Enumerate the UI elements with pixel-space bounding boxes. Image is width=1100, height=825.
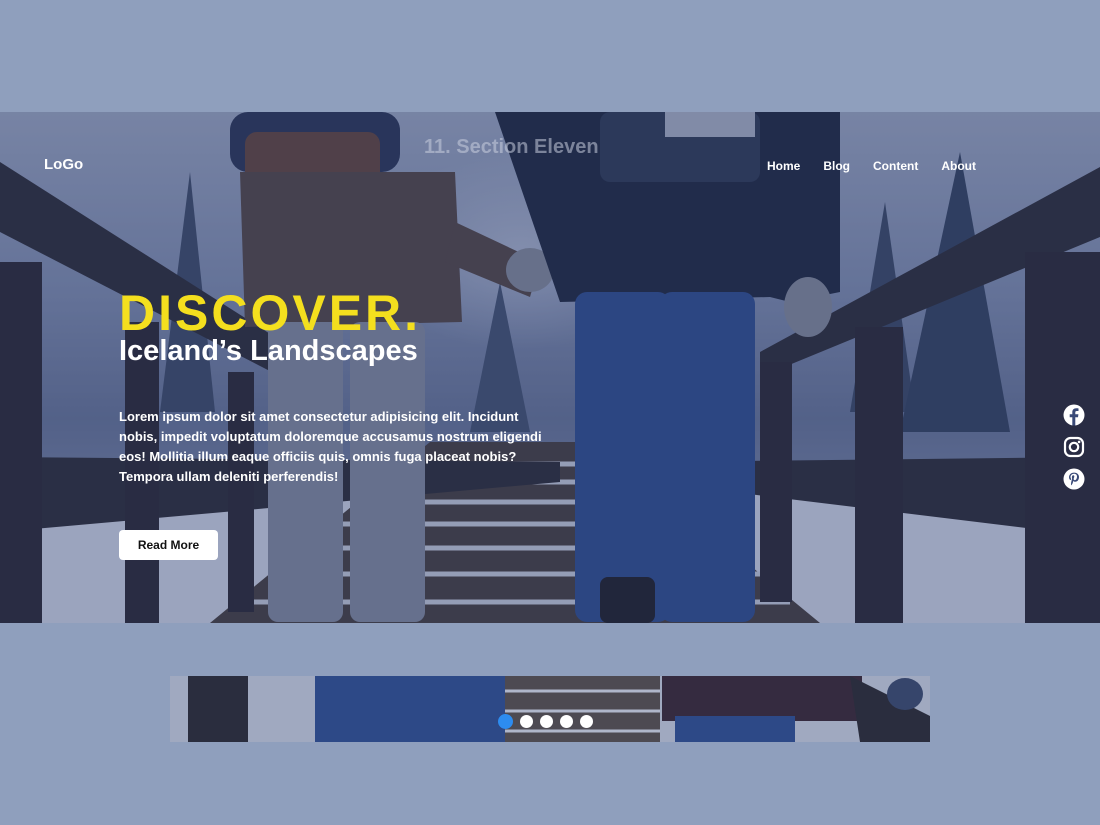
slider-dots (498, 714, 593, 729)
nav-item-about[interactable]: About (941, 159, 976, 173)
nav-item-home[interactable]: Home (767, 159, 800, 173)
hero-headline: DISCOVER. (119, 285, 422, 341)
hero-subheadline: Iceland’s Landscapes (119, 335, 418, 367)
hero-section: LoGo 11. Section Eleven Home Blog Conten… (0, 112, 1100, 623)
section-title: 11. Section Eleven (424, 136, 599, 158)
read-more-button[interactable]: Read More (119, 530, 218, 560)
slider-dot-4[interactable] (560, 715, 573, 728)
thumbnail-overlay (170, 676, 930, 742)
main-nav: Home Blog Content About (767, 159, 976, 173)
pinterest-icon[interactable] (1063, 468, 1085, 490)
slider-dot-5[interactable] (580, 715, 593, 728)
nav-item-blog[interactable]: Blog (823, 159, 850, 173)
logo[interactable]: LoGo (44, 156, 83, 173)
instagram-icon[interactable] (1063, 436, 1085, 458)
slider-dot-3[interactable] (540, 715, 553, 728)
slide-thumbnail[interactable] (170, 676, 930, 742)
nav-item-content[interactable]: Content (873, 159, 918, 173)
slider-dot-1[interactable] (498, 714, 513, 729)
facebook-icon[interactable] (1063, 404, 1085, 426)
social-links (1063, 404, 1085, 490)
hero-body-text: Lorem ipsum dolor sit amet consectetur a… (119, 409, 542, 484)
slider-dot-2[interactable] (520, 715, 533, 728)
